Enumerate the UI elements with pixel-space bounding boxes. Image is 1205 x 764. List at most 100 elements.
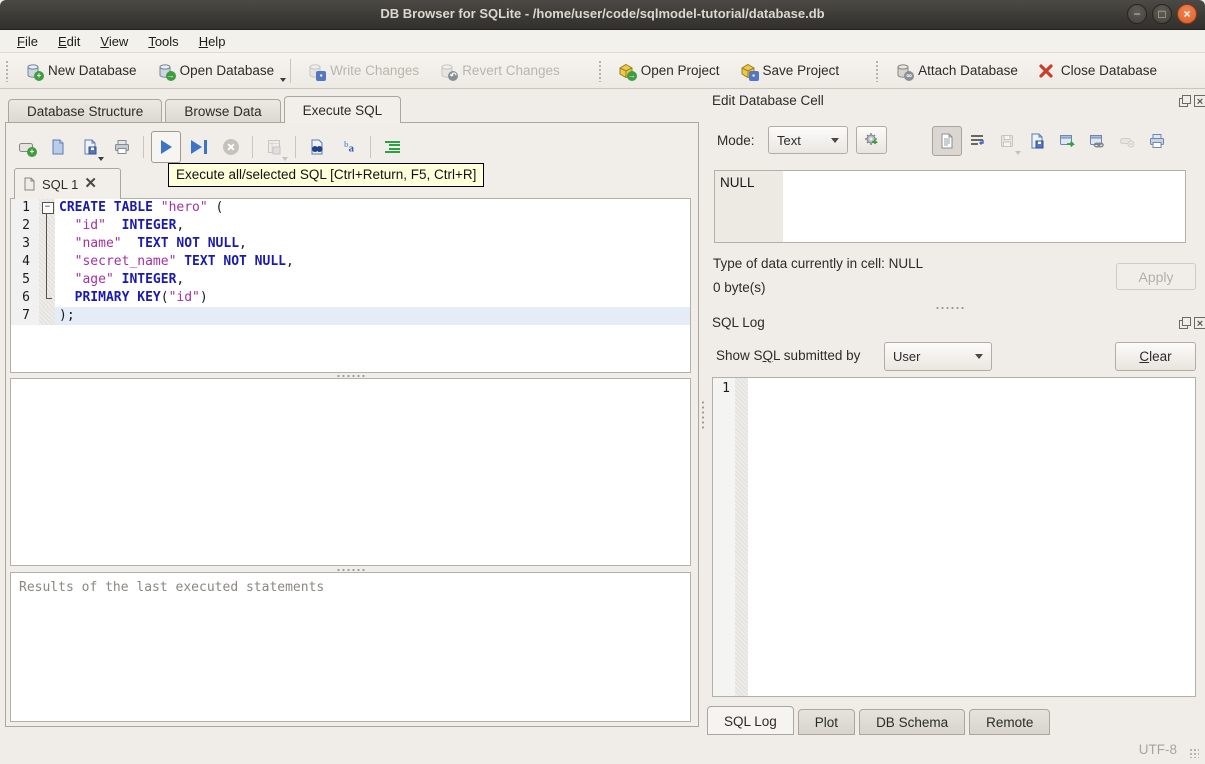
main-tabbar: Database Structure Browse Data Execute S… bbox=[8, 96, 404, 123]
print-icon bbox=[114, 139, 130, 155]
results-message-pane[interactable]: Results of the last executed statements bbox=[10, 572, 691, 722]
import-cell-button[interactable] bbox=[1022, 126, 1052, 156]
fold-margin[interactable] bbox=[39, 253, 55, 271]
cell-value-editor[interactable]: NULL bbox=[714, 170, 1186, 243]
close-button[interactable]: × bbox=[1177, 4, 1197, 24]
code-line[interactable]: 6 PRIMARY KEY("id") bbox=[11, 289, 690, 307]
code-text: "name" TEXT NOT NULL, bbox=[74, 236, 247, 251]
word-wrap-button[interactable] bbox=[962, 126, 992, 156]
splitter-main-dock[interactable] bbox=[700, 395, 705, 435]
attach-database-button[interactable]: ∞ Attach Database bbox=[885, 58, 1028, 84]
text-mode-button[interactable] bbox=[932, 126, 962, 156]
write-changes-button: ▪ Write Changes bbox=[297, 58, 429, 84]
clear-log-button[interactable]: Clear bbox=[1115, 342, 1196, 371]
sql-document-tab[interactable]: SQL 1 ✕ bbox=[14, 168, 121, 199]
save-sql-file-icon bbox=[82, 139, 98, 155]
fold-margin[interactable] bbox=[39, 307, 55, 325]
import-as-mode-button[interactable] bbox=[856, 126, 887, 154]
save-sql-file-button[interactable] bbox=[76, 133, 104, 161]
menu-view[interactable]: View bbox=[91, 32, 137, 51]
splitter-dock[interactable] bbox=[930, 305, 970, 310]
print-sql-button[interactable] bbox=[108, 133, 136, 161]
float-dock-icon[interactable] bbox=[1178, 317, 1191, 329]
menu-edit[interactable]: Edit bbox=[49, 32, 89, 51]
close-database-button[interactable]: Close Database bbox=[1028, 58, 1167, 84]
execute-current-line-button[interactable] bbox=[185, 133, 213, 161]
sql-toolbar-separator bbox=[370, 136, 371, 158]
open-database-dropdown-icon[interactable] bbox=[280, 77, 287, 82]
toolbar-grip[interactable] bbox=[875, 59, 881, 82]
code-line[interactable]: 3 "name" TEXT NOT NULL, bbox=[11, 235, 690, 253]
text-document-icon bbox=[939, 133, 955, 149]
code-line[interactable]: 5 "age" INTEGER, bbox=[11, 271, 690, 289]
write-changes-icon: ▪ bbox=[307, 63, 327, 81]
open-sql-file-icon bbox=[50, 139, 66, 155]
menu-file[interactable]: File bbox=[8, 32, 47, 51]
close-database-icon bbox=[1038, 63, 1054, 79]
import-cell-icon bbox=[1029, 133, 1045, 149]
close-dock-icon[interactable]: × bbox=[1194, 95, 1205, 108]
open-url-button[interactable] bbox=[1082, 126, 1112, 156]
fold-margin[interactable] bbox=[39, 217, 55, 235]
line-number: 7 bbox=[11, 307, 39, 325]
execute-all-button[interactable] bbox=[151, 131, 181, 163]
new-database-button[interactable]: + New Database bbox=[15, 58, 147, 84]
tab-execute-sql[interactable]: Execute SQL bbox=[283, 96, 402, 123]
find-button[interactable] bbox=[303, 133, 331, 161]
print-cell-button[interactable] bbox=[1142, 126, 1172, 156]
menu-help[interactable]: Help bbox=[190, 32, 235, 51]
resize-grip[interactable] bbox=[1189, 748, 1199, 758]
dock-tab-db-schema[interactable]: DB Schema bbox=[859, 709, 966, 735]
chevron-down-icon bbox=[831, 137, 839, 143]
execute-all-icon bbox=[160, 140, 172, 154]
save-project-button[interactable]: ▪ Save Project bbox=[730, 58, 850, 84]
edit-cell-dock-title: Edit Database Cell bbox=[712, 93, 824, 108]
close-dock-icon[interactable]: × bbox=[1194, 317, 1205, 330]
fold-margin[interactable] bbox=[39, 199, 55, 217]
new-sql-tab-icon: + bbox=[18, 139, 37, 157]
encoding-indicator[interactable]: UTF-8 bbox=[1139, 742, 1177, 757]
tooltip: Execute all/selected SQL [Ctrl+Return, F… bbox=[168, 163, 485, 187]
menu-tools[interactable]: Tools bbox=[139, 32, 187, 51]
chevron-down-icon bbox=[975, 354, 983, 359]
toolbar-grip[interactable] bbox=[5, 59, 10, 82]
tab-database-structure[interactable]: Database Structure bbox=[8, 99, 163, 123]
auto-completion-icon: ba bbox=[344, 139, 354, 155]
toolbar-grip[interactable] bbox=[597, 59, 603, 82]
sql-code-editor[interactable]: 1CREATE TABLE "hero" (2 "id" INTEGER,3 "… bbox=[10, 198, 691, 373]
minimize-button[interactable]: − bbox=[1127, 4, 1147, 24]
code-line[interactable]: 1 CREATE TABLE "hero" ( bbox=[11, 199, 690, 217]
save-cell-button bbox=[992, 126, 1022, 156]
new-sql-tab-button[interactable]: + bbox=[12, 133, 40, 161]
export-cell-button[interactable] bbox=[1052, 126, 1082, 156]
line-number: 2 bbox=[11, 217, 39, 235]
code-text: "secret_name" TEXT NOT NULL, bbox=[74, 254, 294, 269]
fold-margin[interactable] bbox=[39, 235, 55, 253]
close-sql-tab-icon[interactable]: ✕ bbox=[84, 176, 97, 191]
float-dock-icon[interactable] bbox=[1178, 95, 1191, 107]
main-toolbar: + New Database → Open Database ▪ Write C… bbox=[0, 53, 1205, 89]
code-line[interactable]: 2 "id" INTEGER, bbox=[11, 217, 690, 235]
titlebar[interactable]: DB Browser for SQLite - /home/user/code/… bbox=[0, 0, 1205, 30]
open-database-button[interactable]: → Open Database bbox=[147, 58, 287, 84]
results-grid-pane[interactable] bbox=[10, 378, 691, 566]
sql-log-area[interactable]: 1 bbox=[712, 377, 1196, 697]
dock-tab-sql-log[interactable]: SQL Log bbox=[707, 706, 794, 735]
sql-log-filter-combobox[interactable]: User bbox=[884, 342, 992, 371]
tab-browse-data[interactable]: Browse Data bbox=[165, 99, 281, 123]
link-icon bbox=[1089, 133, 1105, 149]
format-sql-button[interactable] bbox=[378, 133, 406, 161]
save-sql-dropdown-icon[interactable] bbox=[98, 157, 104, 161]
window-title: DB Browser for SQLite - /home/user/code/… bbox=[380, 6, 825, 21]
fold-margin[interactable] bbox=[39, 289, 55, 307]
dock-tab-plot[interactable]: Plot bbox=[797, 709, 856, 735]
code-line[interactable]: 4 "secret_name" TEXT NOT NULL, bbox=[11, 253, 690, 271]
mode-combobox[interactable]: Text bbox=[768, 126, 848, 154]
dock-tab-remote[interactable]: Remote bbox=[969, 709, 1051, 735]
open-project-button[interactable]: → Open Project bbox=[608, 58, 730, 84]
maximize-button[interactable]: □ bbox=[1152, 4, 1172, 24]
code-line[interactable]: 7); bbox=[11, 307, 690, 325]
fold-margin[interactable] bbox=[39, 271, 55, 289]
open-sql-file-button[interactable] bbox=[44, 133, 72, 161]
auto-completion-button[interactable]: ba bbox=[335, 133, 363, 161]
